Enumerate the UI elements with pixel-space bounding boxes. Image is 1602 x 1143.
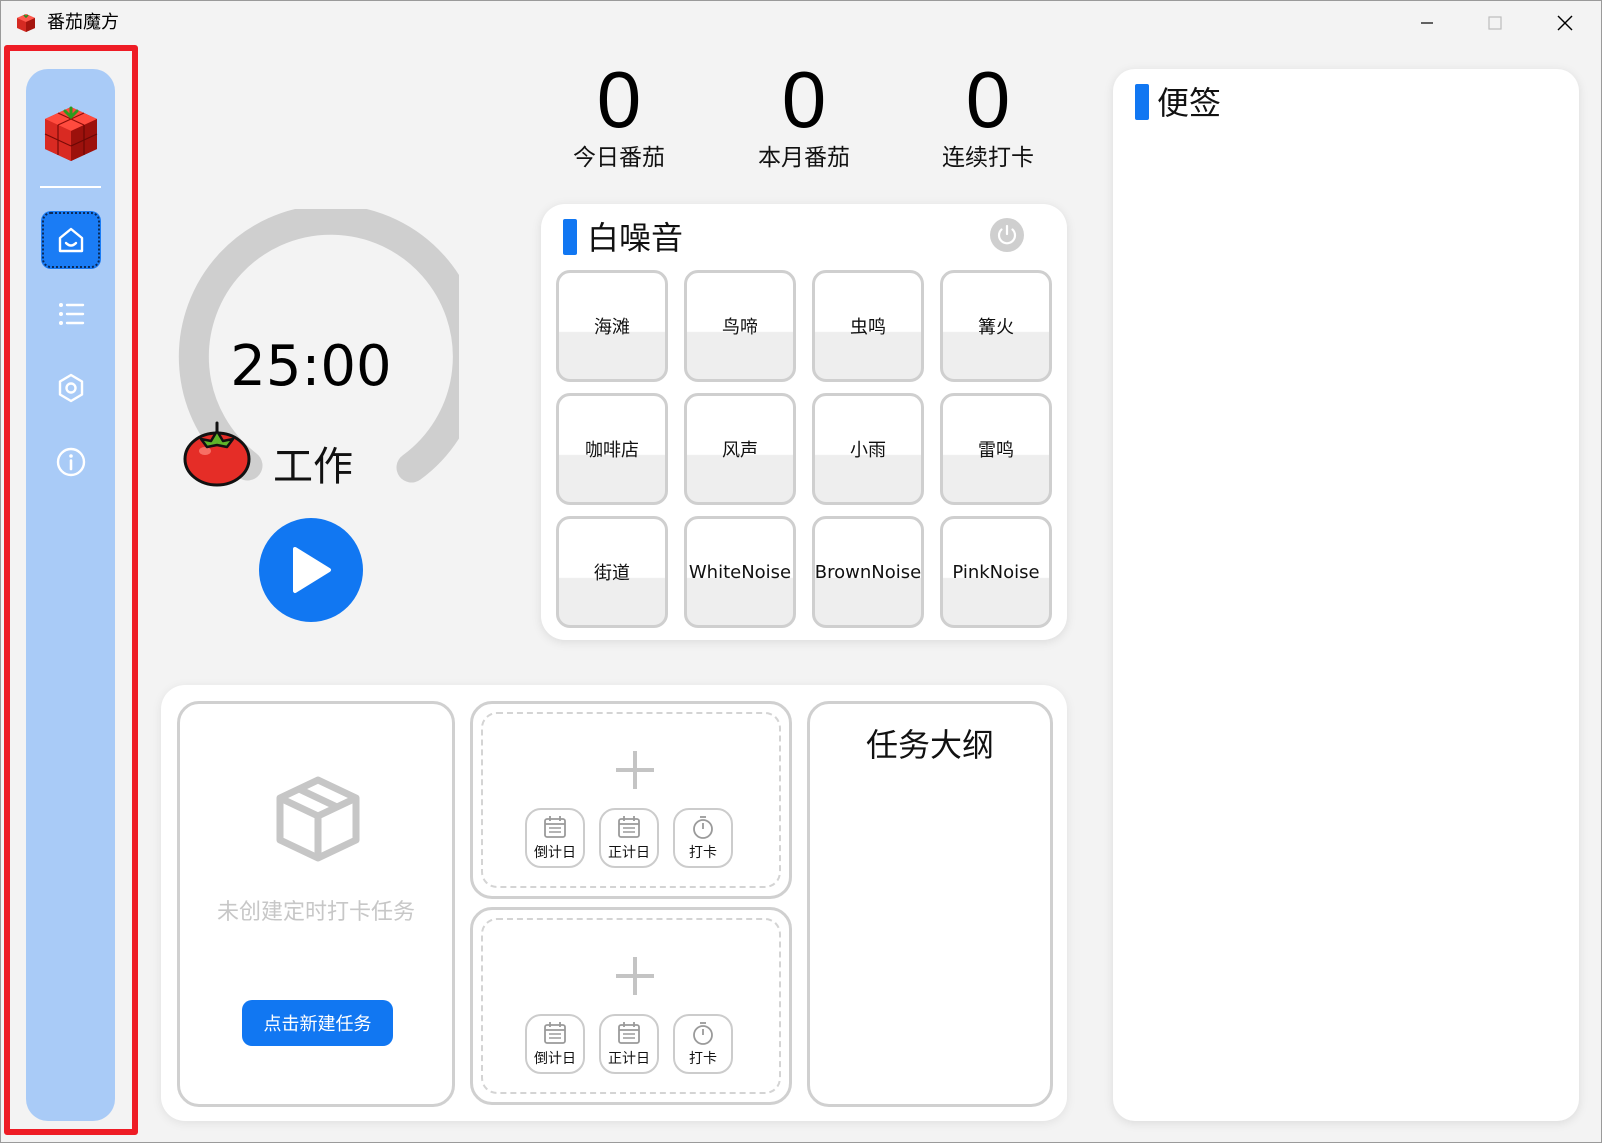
calendar-icon <box>544 816 566 838</box>
noise-tile[interactable]: 雷鸣 <box>940 393 1052 505</box>
stat-today-label: 今日番茄 <box>573 145 665 171</box>
info-icon <box>56 447 86 477</box>
countup-day-button[interactable]: 正计日 <box>599 808 659 868</box>
calendar-icon <box>544 1022 566 1044</box>
maximize-icon <box>1488 16 1502 30</box>
white-noise-card: 白噪音 海滩 鸟啼 虫鸣 篝火 咖啡店 风声 小雨 雷鸣 街道 WhiteNoi… <box>541 204 1067 640</box>
plus-icon[interactable] <box>613 954 657 998</box>
noise-tile[interactable]: BrownNoise <box>812 516 924 628</box>
noise-tile[interactable]: 小雨 <box>812 393 924 505</box>
sidebar-divider <box>40 186 101 188</box>
calendar-icon <box>618 1022 640 1044</box>
stat-streak-label: 连续打卡 <box>942 145 1034 171</box>
noise-tile[interactable]: 街道 <box>556 516 668 628</box>
section-accent-bar <box>563 219 577 255</box>
settings-icon <box>58 373 84 403</box>
window-title: 番茄魔方 <box>47 12 119 33</box>
noise-tile[interactable]: 篝火 <box>940 270 1052 382</box>
quick-add-panel: 倒计日 正计日 打卡 <box>470 701 792 899</box>
quick-add-dropzone[interactable]: 倒计日 正计日 打卡 <box>481 712 781 888</box>
sidebar-item-settings[interactable] <box>41 359 101 417</box>
stat-today-value: 0 <box>596 55 642 144</box>
power-icon[interactable] <box>989 217 1025 253</box>
noise-tile[interactable]: PinkNoise <box>940 516 1052 628</box>
stopwatch-icon <box>693 816 713 839</box>
sidebar-item-about[interactable] <box>41 433 101 491</box>
noise-tile[interactable]: 风声 <box>684 393 796 505</box>
sidebar-item-home[interactable] <box>41 211 101 269</box>
app-window: 番茄魔方 0 今日番茄 0 本月番茄 0 连续打卡 25:00 工作 白噪音 海… <box>0 0 1602 1143</box>
noise-tile[interactable]: 鸟啼 <box>684 270 796 382</box>
task-outline-title: 任务大纲 <box>865 726 994 764</box>
white-noise-title: 白噪音 <box>587 219 684 257</box>
sidebar <box>26 69 115 1121</box>
minimize-button[interactable] <box>1393 1 1461 45</box>
quick-add-panel: 倒计日 正计日 打卡 <box>470 907 792 1105</box>
quick-btn-label: 正计日 <box>608 1051 650 1067</box>
stat-month-label: 本月番茄 <box>758 145 850 171</box>
noise-tile[interactable]: 咖啡店 <box>556 393 668 505</box>
sidebar-item-tasks[interactable] <box>41 285 101 343</box>
stat-month-value: 0 <box>781 55 827 144</box>
home-icon <box>58 227 84 253</box>
new-task-button[interactable]: 点击新建任务 <box>242 1000 393 1046</box>
checkin-button[interactable]: 打卡 <box>673 808 733 868</box>
stat-month-tomatoes: 0 本月番茄 <box>734 57 874 173</box>
empty-box-icon <box>276 776 360 862</box>
close-button[interactable] <box>1531 1 1599 45</box>
stopwatch-icon <box>693 1022 713 1045</box>
empty-checkin-text: 未创建定时打卡任务 <box>216 900 415 925</box>
quick-btn-label: 倒计日 <box>534 845 576 861</box>
start-timer-button[interactable] <box>259 518 363 622</box>
stat-checkin-streak: 0 连续打卡 <box>918 57 1058 173</box>
minimize-icon <box>1421 22 1433 24</box>
quick-btn-label: 正计日 <box>608 845 650 861</box>
plus-icon[interactable] <box>613 748 657 792</box>
noise-tile[interactable]: 虫鸣 <box>812 270 924 382</box>
stat-today-tomatoes: 0 今日番茄 <box>549 57 689 173</box>
countdown-day-button[interactable]: 倒计日 <box>525 808 585 868</box>
tomato-cube-logo-icon <box>44 106 98 161</box>
section-accent-bar <box>1135 84 1149 120</box>
calendar-icon <box>618 816 640 838</box>
noise-tile[interactable]: 海滩 <box>556 270 668 382</box>
quick-btn-label: 打卡 <box>689 845 717 861</box>
quick-btn-label: 打卡 <box>689 1051 717 1067</box>
notes-title: 便签 <box>1157 84 1222 122</box>
countup-day-button[interactable]: 正计日 <box>599 1014 659 1074</box>
quick-add-dropzone[interactable]: 倒计日 正计日 打卡 <box>481 918 781 1094</box>
play-icon <box>293 547 331 593</box>
checkin-button[interactable]: 打卡 <box>673 1014 733 1074</box>
tomato-icon <box>183 421 251 487</box>
checkin-task-panel: 未创建定时打卡任务 点击新建任务 <box>177 701 455 1107</box>
task-outline-panel[interactable]: 任务大纲 <box>807 701 1053 1107</box>
quick-btn-label: 倒计日 <box>534 1051 576 1067</box>
close-icon <box>1557 15 1573 31</box>
timer-mode-label: 工作 <box>273 444 353 490</box>
countdown-day-button[interactable]: 倒计日 <box>525 1014 585 1074</box>
app-logo-icon <box>17 14 35 32</box>
title-bar: 番茄魔方 <box>1 1 1601 45</box>
timer-countdown: 25:00 <box>230 334 392 399</box>
maximize-button[interactable] <box>1461 1 1529 45</box>
tasks-card: 未创建定时打卡任务 点击新建任务 倒计日 正计日 打卡 倒计日 正计日 打卡 任… <box>161 685 1067 1121</box>
stat-streak-value: 0 <box>965 55 1011 144</box>
notes-card[interactable]: 便签 <box>1113 69 1579 1121</box>
noise-tile[interactable]: WhiteNoise <box>684 516 796 628</box>
list-icon <box>59 303 85 325</box>
